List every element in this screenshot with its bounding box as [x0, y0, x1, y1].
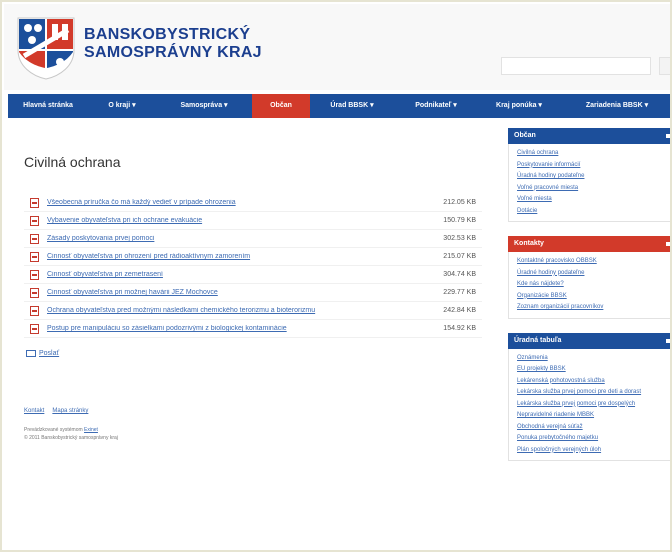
pdf-icon [30, 305, 39, 316]
sidebar-box-body: Civilná ochrana Poskytovanie informácií … [508, 144, 670, 222]
search-button[interactable] [659, 57, 670, 75]
document-size: 229.77 KB [443, 289, 476, 296]
sidebar-link[interactable]: Lekárska služba prvej pomoci pre dospelý… [517, 399, 667, 411]
footer-link-contact[interactable]: Kontakt [24, 408, 44, 414]
sidebar-box-obcan: Občan Civilná ochrana Poskytovanie infor… [508, 128, 670, 222]
document-link[interactable]: Činnosť obyvateľstva pri ohrození pred r… [47, 253, 434, 260]
document-link[interactable]: Zásady poskytovania prvej pomoci [47, 235, 434, 242]
sidebar-box-uradna-tabula: Úradná tabuľa Oznámenia EU projekty BBSK… [508, 332, 670, 461]
nav-item-obcan[interactable]: Občan [252, 94, 310, 118]
site-header: BANSKOBYSTRICKÝ SAMOSPRÁVNY KRAJ [4, 4, 670, 90]
pdf-icon [30, 269, 39, 280]
search-input[interactable] [501, 57, 651, 75]
sidebar-link[interactable]: Nepravidelné riadenie MBBK [517, 410, 667, 422]
envelope-icon [26, 350, 36, 357]
document-size: 212.05 KB [443, 199, 476, 206]
nav-item-zariadenia[interactable]: Zariadenia BBSK ▾ [560, 94, 670, 118]
sidebar-link[interactable]: Poskytovanie informácií [517, 160, 667, 172]
sidebar-link[interactable]: Lekárenská pohotovostná služba [517, 376, 667, 388]
sidebar-box-body: Oznámenia EU projekty BBSK Lekárenská po… [508, 348, 670, 461]
sidebar-box-title: Úradná tabuľa [514, 336, 562, 344]
sidebar-link[interactable]: Úradné hodiny podateľne [517, 268, 667, 280]
sidebar-box-header: Kontakty [508, 236, 670, 252]
document-row: Zásady poskytovania prvej pomoci 302.53 … [24, 230, 482, 248]
pdf-icon [30, 251, 39, 262]
footer-powered-text: Prevádzkované systémom [24, 427, 83, 433]
nav-item-home[interactable]: Hlavná stránka [8, 94, 88, 118]
sidebar-link[interactable]: Voľné miesta [517, 194, 667, 206]
document-size: 242.84 KB [443, 307, 476, 314]
main-content: Civilná ochrana Všeobecná príručka čo má… [4, 122, 504, 550]
nav-item-podnikatel[interactable]: Podnikateľ ▾ [394, 94, 478, 118]
sidebar-box-title: Občan [514, 132, 536, 139]
collapse-icon[interactable] [666, 134, 670, 138]
sidebar-link[interactable]: Organizácie BBSK [517, 291, 667, 303]
document-link[interactable]: Činnosť obyvateľstva pri možnej havárii … [47, 289, 434, 296]
sidebar-link[interactable]: Lekárska služba prvej pomoci pre deti a … [517, 387, 667, 399]
document-row: Činnosť obyvateľstva pri ohrození pred r… [24, 248, 482, 266]
sidebar-link[interactable]: EU projekty BBSK [517, 364, 667, 376]
footer-powered-link[interactable]: Exinet [84, 427, 98, 433]
page-frame: BANSKOBYSTRICKÝ SAMOSPRÁVNY KRAJ Hlavná … [0, 0, 672, 552]
sidebar-link[interactable]: Plán spoločných verejných úloh [517, 445, 667, 457]
sidebar-link[interactable]: Voľné pracovné miesta [517, 183, 667, 195]
send-link[interactable]: Poslať [26, 350, 59, 357]
sidebar-link[interactable]: Civilná ochrana [517, 148, 667, 160]
document-link[interactable]: Činnosť obyvateľstva pri zemetrasení [47, 271, 434, 278]
sidebar-link[interactable]: Obchodná verejná súťaž [517, 422, 667, 434]
document-row: Ochrana obyvateľstva pred možnými násled… [24, 302, 482, 320]
pdf-icon [30, 233, 39, 244]
footer-link-sitemap[interactable]: Mapa stránky [52, 408, 88, 414]
nav-item-kraj-ponuka[interactable]: Kraj ponúka ▾ [478, 94, 560, 118]
footer-copyright: © 2011 Banskobystrický samosprávny kraj [24, 435, 118, 441]
document-link[interactable]: Postup pre manipuláciu so zásielkami pod… [47, 325, 434, 332]
collapse-icon[interactable] [666, 338, 670, 343]
document-size: 150.79 KB [443, 217, 476, 224]
sidebar-link[interactable]: Ponuka prebytočného majetku [517, 433, 667, 445]
pdf-icon [30, 287, 39, 298]
pdf-icon [30, 197, 39, 208]
document-size: 302.53 KB [443, 235, 476, 242]
document-row: Činnosť obyvateľstva pri možnej havárii … [24, 284, 482, 302]
footer-links: Kontakt Mapa stránky [24, 408, 88, 414]
nav-item-urad-bbsk[interactable]: Úrad BBSK ▾ [310, 94, 394, 118]
sidebar-link[interactable]: Úradná hodiny podateľne [517, 171, 667, 183]
nav-item-samosprava[interactable]: Samospráva ▾ [156, 94, 252, 118]
send-link-label: Poslať [39, 350, 60, 357]
document-row: Činnosť obyvateľstva pri zemetrasení 304… [24, 266, 482, 284]
document-list: Všeobecná príručka čo má každý vedieť v … [24, 194, 482, 338]
document-size: 154.92 KB [443, 325, 476, 332]
sidebar-box-header: Občan [508, 128, 670, 144]
document-row: Všeobecná príručka čo má každý vedieť v … [24, 194, 482, 212]
document-link[interactable]: Vybavenie obyvateľstva pri ich ochrane e… [47, 217, 434, 224]
sidebar-box-kontakty: Kontakty Kontaktné pracovisko OBBSK Úrad… [508, 236, 670, 319]
sidebar-box-title: Kontakty [514, 240, 544, 247]
sidebar: Občan Civilná ochrana Poskytovanie infor… [508, 128, 670, 475]
document-link[interactable]: Všeobecná príručka čo má každý vedieť v … [47, 199, 434, 206]
brand-name-line2: SAMOSPRÁVNY KRAJ [84, 44, 262, 61]
pdf-icon [30, 323, 39, 334]
document-size: 304.74 KB [443, 271, 476, 278]
document-link[interactable]: Ochrana obyvateľstva pred možnými násled… [47, 307, 434, 314]
sidebar-link[interactable]: Dotácie [517, 206, 667, 218]
page-title: Civilná ochrana [24, 154, 121, 170]
nav-item-o-kraji[interactable]: O kraji ▾ [88, 94, 156, 118]
brand-name-line1: BANSKOBYSTRICKÝ [84, 26, 251, 43]
pdf-icon [30, 215, 39, 226]
collapse-icon[interactable] [666, 242, 670, 246]
sidebar-link[interactable]: Oznámenia [517, 353, 667, 365]
sidebar-link[interactable]: Kontaktné pracovisko OBBSK [517, 256, 667, 268]
sidebar-link[interactable]: Kde nás nájdete? [517, 279, 667, 291]
main-navigation: Hlavná stránka O kraji ▾ Samospráva ▾ Ob… [8, 94, 670, 118]
sidebar-link[interactable]: Zoznam organizácií pracovníkov [517, 302, 667, 314]
coat-of-arms-logo[interactable] [16, 16, 76, 80]
sidebar-box-header: Úradná tabuľa [508, 332, 670, 349]
sidebar-box-body: Kontaktné pracovisko OBBSK Úradné hodiny… [508, 252, 670, 319]
document-row: Vybavenie obyvateľstva pri ich ochrane e… [24, 212, 482, 230]
document-size: 215.07 KB [443, 253, 476, 260]
document-row: Postup pre manipuláciu so zásielkami pod… [24, 320, 482, 338]
footer-powered: Prevádzkované systémom Exinet [24, 427, 98, 433]
